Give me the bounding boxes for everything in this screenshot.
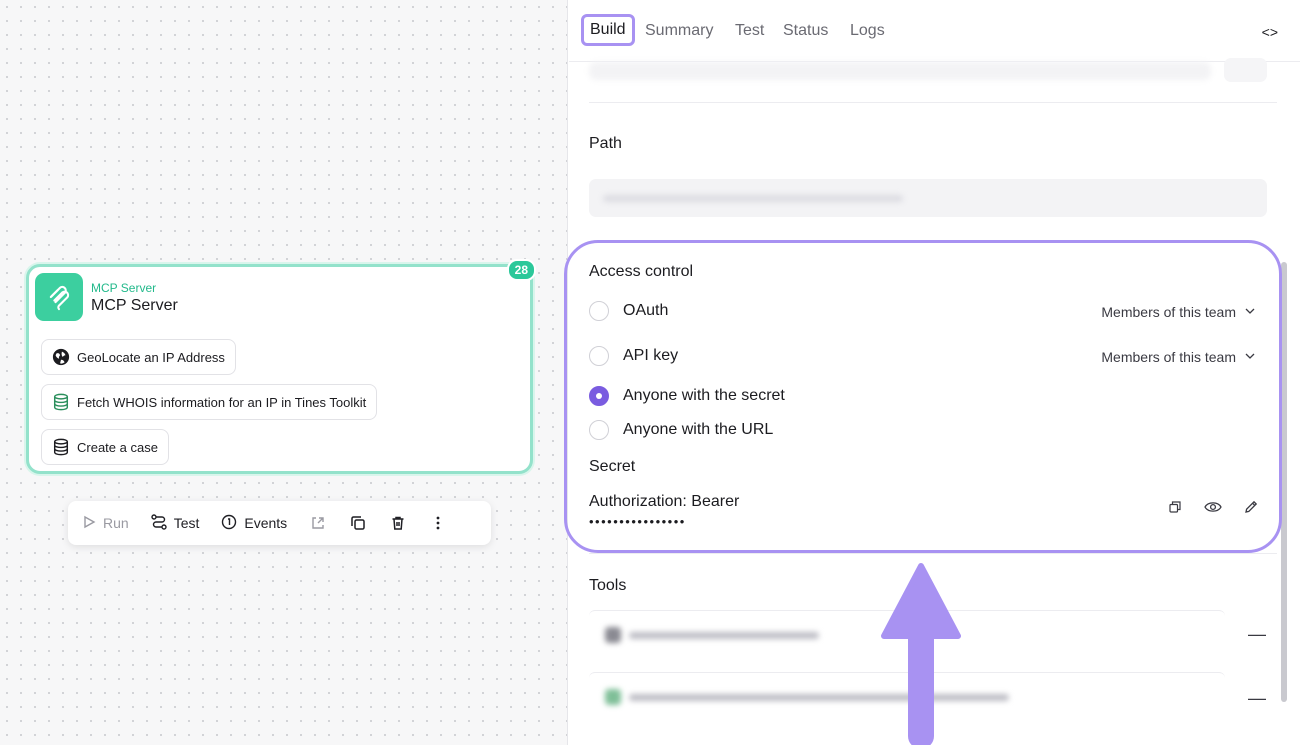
node-title: MCP Server: [91, 297, 178, 314]
tool-chip-create-case[interactable]: Create a case: [41, 429, 169, 465]
events-icon: [221, 514, 237, 533]
stack-icon: [51, 392, 71, 412]
collapse-tool-button[interactable]: —: [1248, 624, 1266, 645]
export-icon[interactable]: [309, 514, 327, 532]
database-icon: [51, 437, 71, 457]
more-vertical-icon[interactable]: [429, 514, 447, 532]
globe-icon: [51, 347, 71, 367]
tools-label: Tools: [589, 577, 627, 594]
tab-logs[interactable]: Logs: [850, 22, 885, 40]
access-control-highlight: [564, 240, 1282, 553]
mcp-server-node[interactable]: 28 MCP Server MCP Server GeoLocate an IP…: [26, 259, 536, 474]
mcp-server-icon: [35, 273, 83, 321]
workflow-canvas[interactable]: 28 MCP Server MCP Server GeoLocate an IP…: [0, 0, 568, 745]
trash-icon[interactable]: [389, 514, 407, 532]
collapse-tool-button[interactable]: —: [1248, 688, 1266, 709]
path-input[interactable]: [589, 179, 1267, 217]
divider: [589, 553, 1277, 554]
copy-url-button[interactable]: [1224, 58, 1267, 82]
tool-chip-label: Create a case: [77, 439, 158, 455]
arrow-up-icon: [881, 563, 961, 745]
node-action-toolbar: Run Test Events: [68, 501, 491, 545]
tab-status[interactable]: Status: [783, 22, 828, 40]
divider: [589, 102, 1277, 103]
panel-tabs: Build Summary Test Status Logs <>: [569, 0, 1300, 62]
test-button[interactable]: Test: [150, 513, 199, 533]
tab-build[interactable]: Build: [581, 14, 635, 46]
tab-summary[interactable]: Summary: [645, 22, 713, 40]
event-count-badge: 28: [506, 259, 536, 281]
events-button[interactable]: Events: [221, 514, 287, 533]
code-view-toggle[interactable]: <>: [1262, 24, 1278, 40]
duplicate-icon[interactable]: [349, 514, 367, 532]
url-field-blurred: [589, 62, 1211, 80]
tool-chip-label: Fetch WHOIS information for an IP in Tin…: [77, 394, 367, 410]
tool-chip-label: GeoLocate an IP Address: [77, 349, 225, 365]
tab-test[interactable]: Test: [735, 22, 764, 40]
path-label: Path: [589, 135, 622, 152]
play-icon: [82, 515, 96, 532]
route-icon: [150, 513, 167, 533]
tool-chip-geolocate[interactable]: GeoLocate an IP Address: [41, 339, 236, 375]
run-button[interactable]: Run: [82, 515, 129, 532]
tool-chip-whois[interactable]: Fetch WHOIS information for an IP in Tin…: [41, 384, 378, 420]
node-type-label: MCP Server: [91, 281, 157, 295]
